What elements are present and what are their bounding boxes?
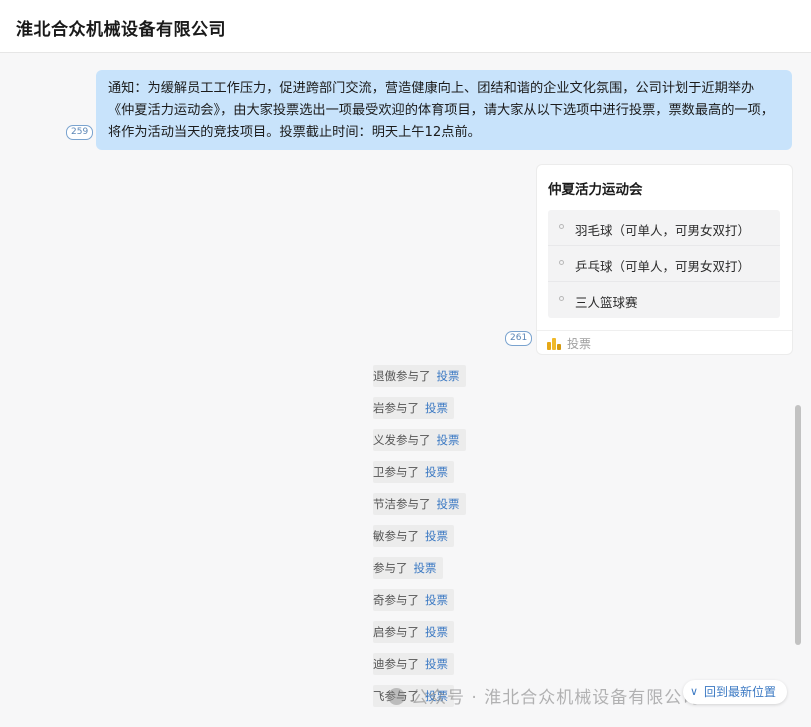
vote-option[interactable]: 羽毛球（可单人，可男女双打）	[548, 210, 780, 246]
vote-link[interactable]: 投票	[425, 529, 448, 543]
vote-options-list: 羽毛球（可单人，可男女双打） 乒乓球（可单人，可男女双打） 三人篮球赛	[548, 210, 780, 318]
vote-title: 仲夏活力运动会	[548, 182, 643, 198]
read-count-badge[interactable]: 261	[505, 331, 533, 346]
back-to-latest-button[interactable]: ∨ 回到最新位置	[683, 680, 787, 704]
vote-card[interactable]: 仲夏活力运动会 羽毛球（可单人，可男女双打） 乒乓球（可单人，可男女双打） 三人…	[537, 165, 792, 354]
activity-notice: 节洁参与了 投票	[373, 493, 466, 515]
watermark-text: 公众号 · 淮北合众机械设备有限公司	[411, 688, 701, 708]
activity-text: 迪参与了	[373, 657, 419, 671]
activity-text: 义发参与了	[373, 433, 431, 447]
radio-dot-icon	[559, 224, 564, 229]
activity-notice: 参与了 投票	[373, 557, 443, 579]
radio-dot-icon	[559, 296, 564, 301]
vote-link[interactable]: 投票	[437, 369, 460, 383]
activity-notice: 迪参与了 投票	[373, 653, 454, 675]
notice-message-text: 通知：为缓解员工工作压力，促进跨部门交流，营造健康向上、团结和谐的企业文化氛围，…	[108, 81, 774, 140]
vote-footer: 投票	[537, 330, 792, 355]
activity-notice: 奇参与了 投票	[373, 589, 454, 611]
activity-notice: 义发参与了 投票	[373, 429, 466, 451]
wechat-icon	[388, 688, 405, 705]
vote-link[interactable]: 投票	[437, 433, 460, 447]
vote-link[interactable]: 投票	[425, 401, 448, 415]
activity-notice: 敏参与了 投票	[373, 525, 454, 547]
vote-link[interactable]: 投票	[425, 657, 448, 671]
activity-text: 节洁参与了	[373, 497, 431, 511]
vote-link[interactable]: 投票	[437, 497, 460, 511]
back-to-latest-label: 回到最新位置	[704, 685, 777, 699]
vote-option[interactable]: 三人篮球赛	[548, 282, 780, 318]
activity-text: 岩参与了	[373, 401, 419, 415]
activity-text: 启参与了	[373, 625, 419, 639]
vote-link[interactable]: 投票	[425, 465, 448, 479]
chevron-down-icon: ∨	[690, 685, 699, 698]
notice-message-bubble: 通知：为缓解员工工作压力，促进跨部门交流，营造健康向上、团结和谐的企业文化氛围，…	[96, 70, 792, 150]
read-count-badge[interactable]: 259	[66, 125, 94, 140]
vote-link[interactable]: 投票	[425, 593, 448, 607]
chat-title: 淮北合众机械设备有限公司	[16, 20, 226, 40]
activity-text: 参与了	[373, 561, 408, 575]
vote-option[interactable]: 乒乓球（可单人，可男女双打）	[548, 246, 780, 282]
activity-notice: 卫参与了 投票	[373, 461, 454, 483]
activity-text: 退傲参与了	[373, 369, 431, 383]
vote-link[interactable]: 投票	[425, 625, 448, 639]
chat-header: 淮北合众机械设备有限公司	[0, 0, 811, 53]
watermark: 公众号 · 淮北合众机械设备有限公司	[388, 683, 700, 708]
activity-notice: 退傲参与了 投票	[373, 365, 466, 387]
vote-link[interactable]: 投票	[414, 561, 437, 575]
activity-notice: 岩参与了 投票	[373, 397, 454, 419]
activity-text: 奇参与了	[373, 593, 419, 607]
vote-footer-label: 投票	[567, 337, 592, 351]
vote-option-label: 羽毛球（可单人，可男女双打）	[575, 223, 751, 238]
vote-option-label: 三人篮球赛	[575, 295, 638, 310]
activity-text: 卫参与了	[373, 465, 419, 479]
activity-notice: 启参与了 投票	[373, 621, 454, 643]
scrollbar-thumb[interactable]	[795, 405, 801, 645]
vote-option-label: 乒乓球（可单人，可男女双打）	[575, 259, 751, 274]
radio-dot-icon	[559, 260, 564, 265]
bar-chart-icon	[547, 338, 561, 350]
activity-text: 敏参与了	[373, 529, 419, 543]
